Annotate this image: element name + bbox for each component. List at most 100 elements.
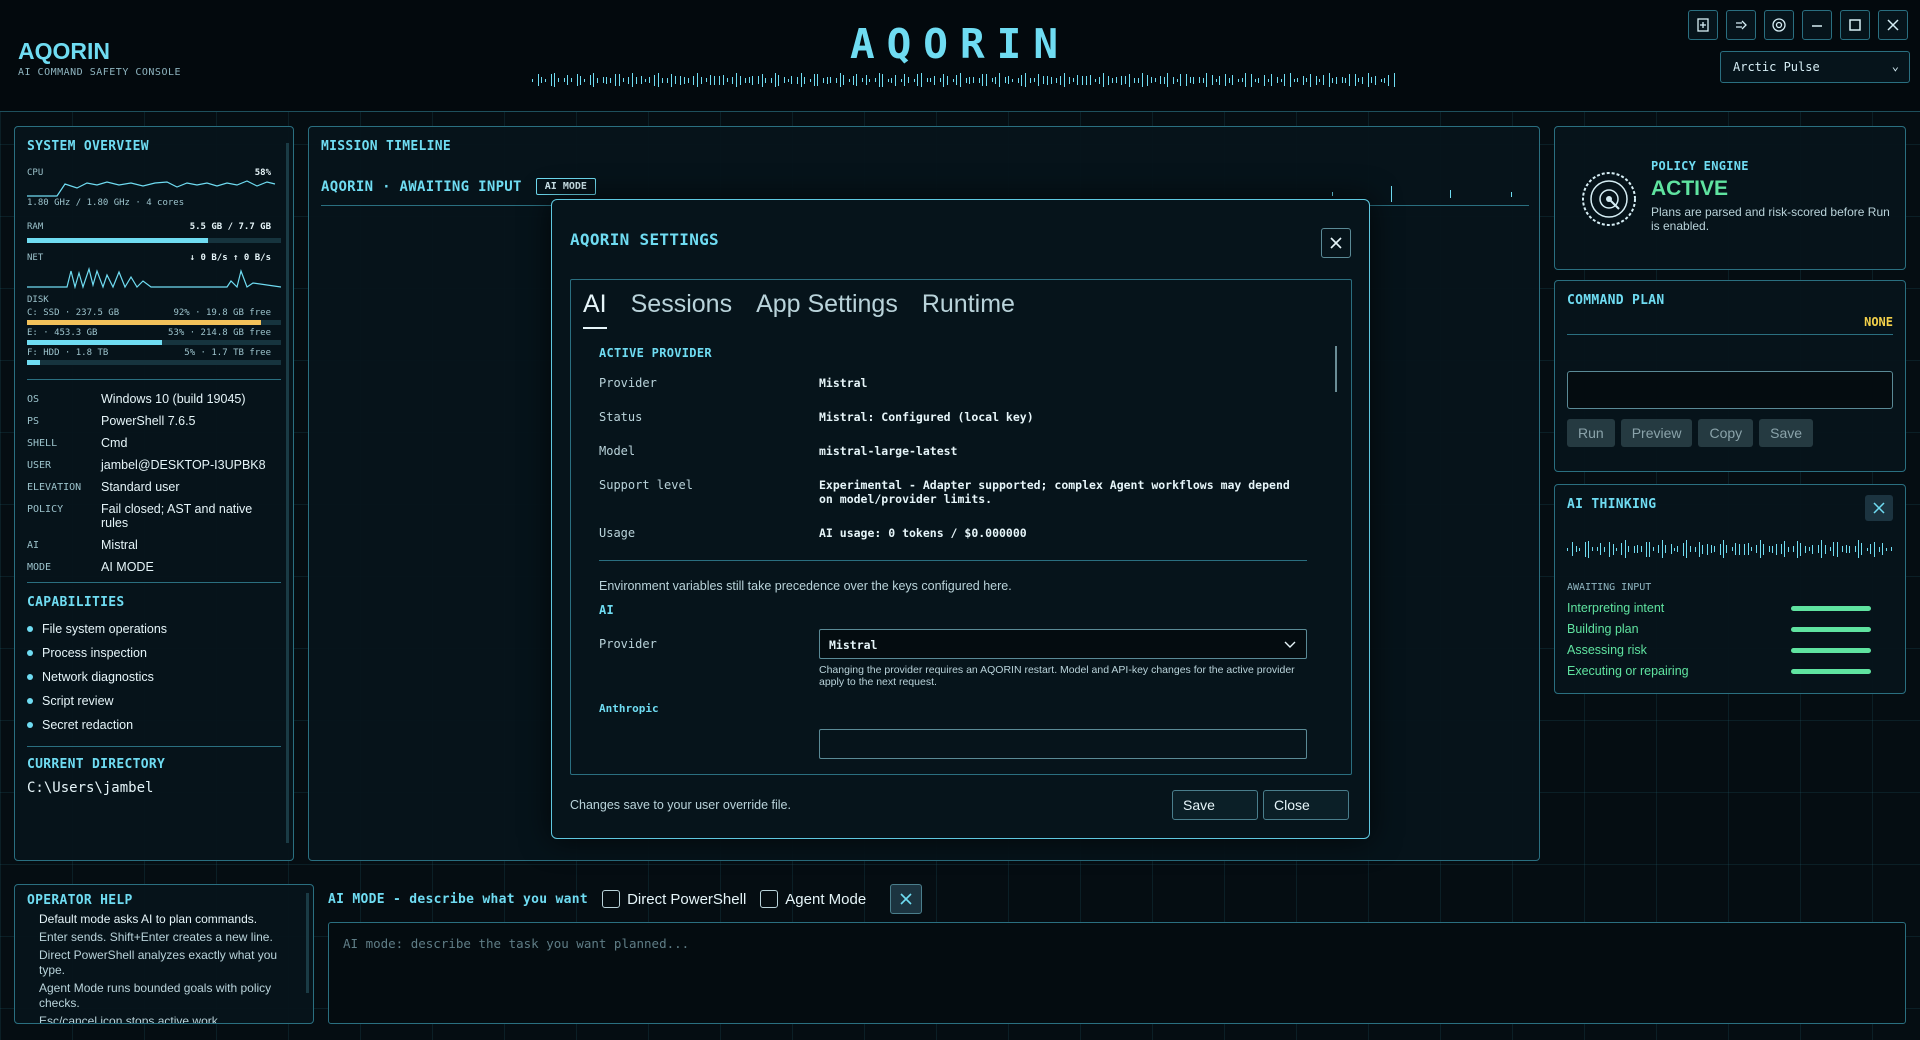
wave-bar: [982, 74, 983, 86]
wave-bar: [658, 73, 659, 87]
thinking-step: Interpreting intent: [1567, 601, 1893, 615]
wave-bar: [1095, 78, 1096, 82]
info-key: MODE: [27, 562, 52, 573]
wave-bar: [1008, 76, 1009, 84]
wave-bar: [830, 77, 831, 83]
wave-bar: [1150, 77, 1152, 83]
thinking-step-label: Building plan: [1567, 622, 1639, 636]
wave-bar: [1289, 73, 1291, 87]
info-value: Fail closed; AST and native rules: [101, 502, 253, 530]
wave-bar: [1362, 76, 1363, 84]
wave-bar: [1186, 74, 1187, 86]
direct-powershell-checkbox[interactable]: Direct PowerShell: [602, 890, 746, 908]
settings-icon[interactable]: [1764, 10, 1794, 40]
cancel-thinking-button[interactable]: [1865, 495, 1893, 521]
settings-row: Status Mistral: Configured (local key): [599, 410, 1307, 424]
wave-bar: [869, 78, 870, 82]
wave-bar: [1180, 74, 1182, 86]
command-plan-box[interactable]: [1567, 371, 1893, 409]
theme-select[interactable]: Arctic Pulse ⌄: [1720, 51, 1910, 83]
wave-bar: [567, 75, 568, 85]
policy-description: Plans are parsed and risk-scored before …: [1651, 205, 1890, 233]
wave-bar: [758, 76, 759, 84]
chevron-down-icon: ⌄: [1891, 59, 1899, 73]
wave-bar: [648, 77, 650, 83]
wave-bar: [570, 78, 572, 82]
thinking-step: Assessing risk: [1567, 643, 1893, 657]
mode-badge: AI MODE: [535, 178, 596, 195]
net-label: NET: [27, 253, 44, 263]
provider-select[interactable]: Mistral: [819, 629, 1307, 659]
wave-bar: [722, 75, 724, 85]
close-icon[interactable]: [1878, 10, 1908, 40]
thinking-step: Building plan: [1567, 622, 1893, 636]
disk-bar: [27, 320, 281, 325]
settings-save-button[interactable]: Save: [1172, 790, 1258, 820]
agent-mode-checkbox[interactable]: Agent Mode: [760, 890, 866, 908]
input-mode-label: AI MODE - describe what you want: [328, 891, 589, 907]
wave-bar: [1293, 78, 1295, 82]
wave-bar: [1137, 77, 1139, 83]
wave-bar: [1021, 74, 1022, 86]
current-directory-title: CURRENT DIRECTORY: [27, 757, 166, 772]
wave-bar: [1393, 73, 1395, 87]
wave-bar: [635, 76, 637, 84]
wave-bar: [752, 75, 754, 85]
system-info-row: PS PowerShell 7.6.5: [27, 414, 281, 428]
wave-bar: [930, 78, 932, 82]
cancel-button[interactable]: [890, 884, 923, 914]
wave-bar: [1189, 77, 1191, 83]
copy-button[interactable]: Copy: [1698, 419, 1754, 447]
thinking-step-label: Assessing risk: [1567, 643, 1647, 657]
logout-icon[interactable]: [1726, 10, 1756, 40]
disk-row: E: · 453.3 GB 53% · 214.8 GB free: [27, 328, 281, 345]
preview-button[interactable]: Preview: [1620, 419, 1693, 447]
settings-content: AI Sessions App Settings Runtime ACTIVE …: [570, 279, 1352, 775]
wave-bar: [1069, 76, 1071, 84]
settings-close-button[interactable]: [1321, 228, 1351, 258]
help-line: Esc/cancel icon stops active work.: [39, 1014, 222, 1024]
current-directory: C:\Users\jambel: [27, 780, 154, 796]
wave-bar: [1141, 73, 1143, 87]
wave-bar: [706, 78, 707, 82]
minimize-icon[interactable]: [1802, 10, 1832, 40]
wave-bar: [537, 74, 539, 86]
info-value: PowerShell 7.6.5: [101, 414, 196, 428]
command-plan-title: COMMAND PLAN: [1567, 293, 1665, 308]
wave-bar: [865, 75, 867, 85]
info-value: jambel@DESKTOP-I3UPBK8: [101, 458, 266, 472]
scrollbar[interactable]: [286, 143, 289, 843]
tab-app-settings[interactable]: App Settings: [756, 290, 898, 329]
tab-runtime[interactable]: Runtime: [922, 290, 1015, 329]
cpu-detail: 1.80 GHz / 1.80 GHz · 4 cores: [27, 198, 185, 208]
wave-bar: [622, 78, 624, 82]
settings-row: Usage AI usage: 0 tokens / $0.000000: [599, 526, 1307, 540]
info-value: AI MODE: [101, 560, 154, 574]
cpu-sparkline: [27, 180, 276, 197]
wave-bar: [797, 76, 798, 84]
wave-bar: [1017, 77, 1019, 83]
maximize-icon[interactable]: [1840, 10, 1870, 40]
wave-bar: [1258, 77, 1259, 83]
wave-bar: [926, 78, 928, 82]
wave-bar: [609, 77, 611, 83]
wave-bar: [1371, 77, 1372, 83]
help-scrollbar[interactable]: [306, 893, 309, 993]
settings-close-text-button[interactable]: Close: [1263, 790, 1349, 820]
wave-bar: [1280, 78, 1282, 82]
tab-sessions[interactable]: Sessions: [631, 290, 732, 329]
anthropic-field[interactable]: [819, 729, 1307, 759]
info-value: Cmd: [101, 436, 128, 450]
run-button[interactable]: Run: [1567, 419, 1615, 447]
wave-bar: [856, 74, 857, 86]
tab-ai[interactable]: AI: [583, 290, 607, 329]
wave-bar: [835, 77, 837, 83]
settings-scrollbar[interactable]: [1335, 346, 1337, 392]
wave-bar: [891, 77, 893, 83]
save-plan-button[interactable]: Save: [1759, 419, 1814, 447]
info-value: Standard user: [101, 480, 180, 494]
info-key: ELEVATION: [27, 482, 82, 493]
export-icon[interactable]: [1688, 10, 1718, 40]
system-info-row: AI Mistral: [27, 538, 281, 552]
prompt-input[interactable]: AI mode: describe the task you want plan…: [328, 922, 1906, 1024]
